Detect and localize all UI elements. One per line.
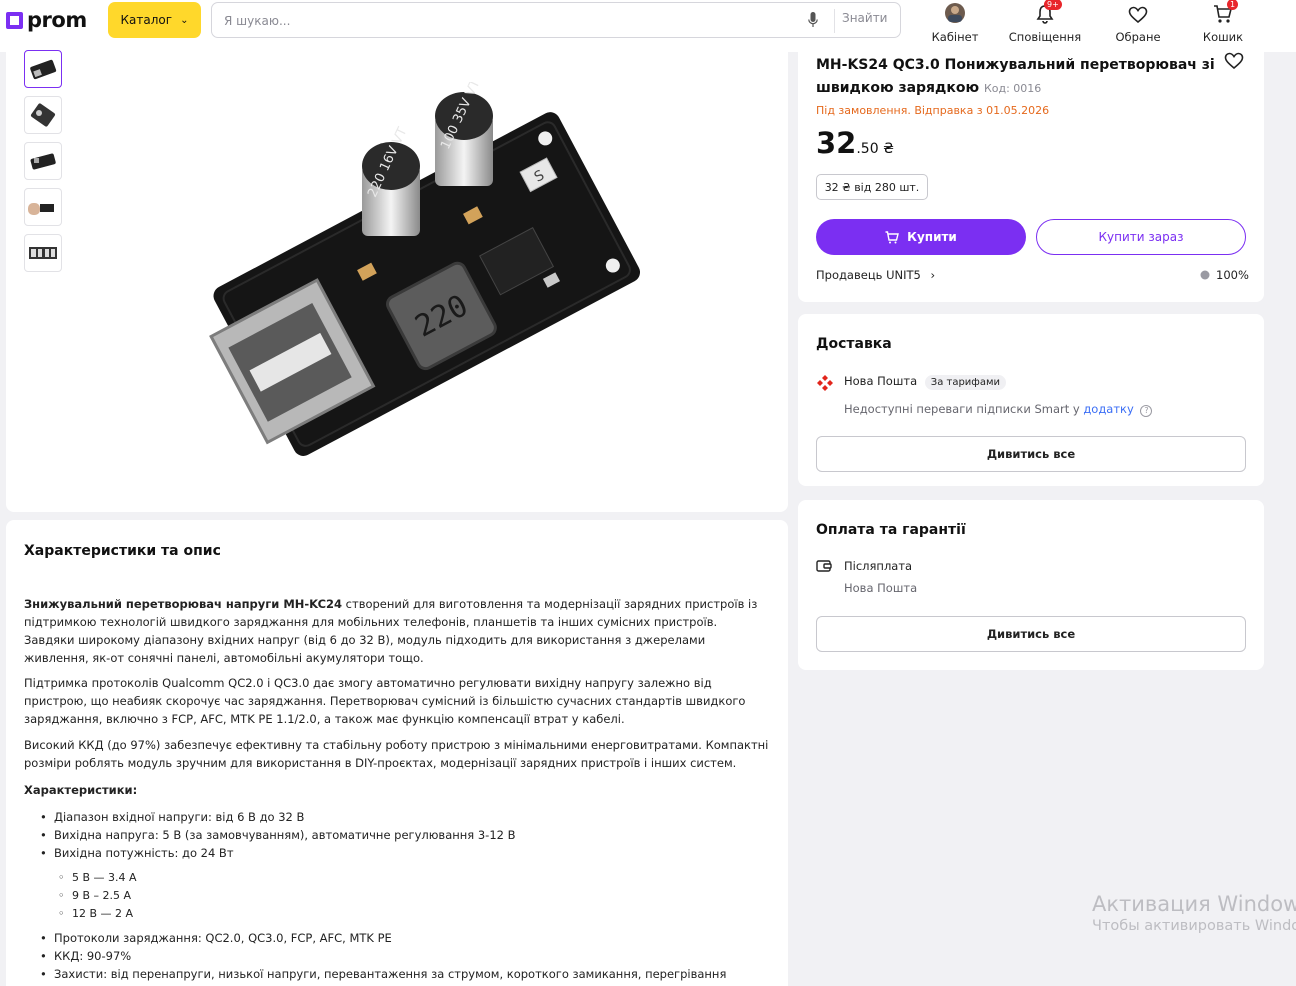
microphone-icon[interactable] bbox=[808, 12, 818, 29]
search-input[interactable] bbox=[224, 11, 784, 31]
wholesale-price-badge[interactable]: 32 ₴ від 280 шт. bbox=[816, 174, 928, 200]
payment-title: Оплата та гарантії bbox=[816, 522, 966, 538]
description-paragraph-3: Високий ККД (до 97%) забезпечує ефективн… bbox=[24, 738, 769, 770]
tariff-tag: За тарифами bbox=[924, 375, 1007, 390]
avatar bbox=[945, 3, 965, 23]
help-icon[interactable]: ? bbox=[1140, 405, 1153, 417]
catalog-button[interactable]: Каталог ⌄ bbox=[108, 2, 201, 38]
thumbnail-list bbox=[24, 50, 62, 280]
description-lead: Знижувальний перетворювач напруги MH-KC2… bbox=[24, 597, 343, 611]
specs-sub-list: 5 В — 3.4 А 9 В – 2.5 А 12 В — 2 А bbox=[58, 869, 137, 923]
sub-spec-item: 9 В – 2.5 А bbox=[58, 887, 137, 905]
product-title: MH-KS24 QC3.0 Понижувальний перетворювач… bbox=[816, 54, 1216, 100]
payment-view-all-button[interactable]: Дивитись все bbox=[816, 616, 1246, 652]
availability-status: Під замовлення. Відправка з 01.05.2026 bbox=[816, 104, 1050, 117]
description-paragraph-2: Підтримка протоколів Qualcomm QC2.0 і QC… bbox=[24, 676, 746, 726]
watermark-line-1: Активация Windows bbox=[1092, 892, 1296, 916]
sub-spec-item: 12 В — 2 А bbox=[58, 905, 137, 923]
nav-cabinet-label: Кабінет bbox=[931, 30, 979, 44]
sub-spec-item: 5 В — 3.4 А bbox=[58, 869, 137, 887]
search-button[interactable]: Знайти bbox=[842, 11, 887, 25]
nav-notifications[interactable]: 9+ Сповіщення bbox=[1008, 0, 1082, 44]
delivery-title: Доставка bbox=[816, 336, 892, 352]
buy-button[interactable]: Купити bbox=[816, 219, 1026, 255]
nav-notifications-label: Сповіщення bbox=[1008, 30, 1082, 44]
chevron-down-icon: ⌄ bbox=[180, 14, 189, 26]
payment-method: Післяплата bbox=[844, 559, 913, 573]
rating-badge-icon bbox=[1200, 270, 1210, 280]
nova-poshta-logo-icon bbox=[817, 375, 833, 391]
logo-text: prom bbox=[27, 8, 87, 32]
description-title: Характеристики та опис bbox=[24, 543, 221, 559]
payment-method-sub: Нова Пошта bbox=[844, 581, 918, 595]
spec-item: Протоколи заряджання: QC2.0, QC3.0, FCP,… bbox=[40, 929, 726, 947]
nav-cart[interactable]: 1 Кошик bbox=[1200, 0, 1246, 44]
top-header: prom Каталог ⌄ Знайти Кабінет 9+ Сповіще… bbox=[0, 0, 1296, 52]
product-price: 32.50 ₴ bbox=[816, 126, 894, 160]
logo-mark-icon bbox=[6, 11, 23, 29]
chevron-right-icon: › bbox=[930, 268, 936, 282]
add-to-favorites-heart-icon[interactable] bbox=[1224, 52, 1244, 70]
thumbnail-5[interactable] bbox=[24, 234, 62, 272]
delivery-carrier-row: Нова Пошта За тарифами bbox=[844, 374, 1007, 390]
windows-activation-watermark: Активация Windows Чтобы активировать Win… bbox=[1092, 892, 1296, 934]
specs-title: Характеристики: bbox=[24, 783, 138, 797]
nav-favorites-label: Обране bbox=[1115, 30, 1161, 44]
seller-rating: 100% bbox=[1200, 268, 1249, 282]
seller-name: Продавець UNIT5 bbox=[816, 268, 921, 282]
smart-note: Недоступні переваги підписки Smart у дод… bbox=[844, 402, 1153, 417]
nav-cart-label: Кошик bbox=[1202, 30, 1244, 44]
seller-rating-value: 100% bbox=[1216, 268, 1249, 282]
buy-button-label: Купити bbox=[907, 230, 957, 244]
search-bar: Знайти bbox=[211, 2, 901, 38]
delivery-carrier: Нова Пошта bbox=[844, 374, 918, 388]
product-main-image: 220 S 220 16V VT 100 35V VT bbox=[209, 82, 641, 456]
notifications-badge: 9+ bbox=[1044, 0, 1062, 10]
cart-badge: 1 bbox=[1227, 0, 1239, 10]
nav-favorites[interactable]: Обране bbox=[1110, 0, 1166, 44]
search-divider bbox=[834, 9, 835, 33]
thumbnail-1[interactable] bbox=[24, 50, 62, 88]
thumbnail-3[interactable] bbox=[24, 142, 62, 180]
prom-logo[interactable]: prom bbox=[6, 8, 87, 32]
delivery-view-all-button[interactable]: Дивитись все bbox=[816, 436, 1246, 472]
cart-icon bbox=[885, 230, 900, 243]
spec-item: Вихідна напруга: 5 В (за замовчуванням),… bbox=[40, 826, 516, 844]
spec-item: Захисти: від перенапруги, низької напруг… bbox=[40, 965, 726, 983]
watermark-line-2: Чтобы активировать Windows bbox=[1092, 918, 1296, 934]
specs-list: Діапазон вхідної напруги: від 6 В до 32 … bbox=[40, 808, 516, 862]
spec-item: ККД: 90-97% bbox=[40, 947, 726, 965]
wallet-icon bbox=[816, 560, 832, 572]
description-paragraph-1: Знижувальний перетворювач напруги MH-KC2… bbox=[24, 595, 769, 667]
price-rest: .50 ₴ bbox=[856, 141, 894, 157]
spec-item: Діапазон вхідної напруги: від 6 В до 32 … bbox=[40, 808, 516, 826]
heart-icon bbox=[1128, 6, 1148, 24]
smart-note-text: Недоступні переваги підписки Smart у bbox=[844, 402, 1080, 416]
specs-list-2: Протоколи заряджання: QC2.0, QC3.0, FCP,… bbox=[40, 929, 726, 983]
seller-link[interactable]: Продавець UNIT5 › bbox=[816, 268, 935, 282]
thumbnail-4[interactable] bbox=[24, 188, 62, 226]
price-main: 32 bbox=[816, 126, 857, 160]
catalog-label: Каталог bbox=[120, 13, 173, 27]
nav-cabinet[interactable]: Кабінет bbox=[932, 0, 978, 44]
buy-now-button[interactable]: Купити зараз bbox=[1036, 219, 1246, 255]
spec-item: Вихідна потужність: до 24 Вт bbox=[40, 844, 516, 862]
app-link[interactable]: додатку bbox=[1083, 402, 1133, 416]
thumbnail-2[interactable] bbox=[24, 96, 62, 134]
product-code: Код: 0016 bbox=[983, 82, 1042, 95]
